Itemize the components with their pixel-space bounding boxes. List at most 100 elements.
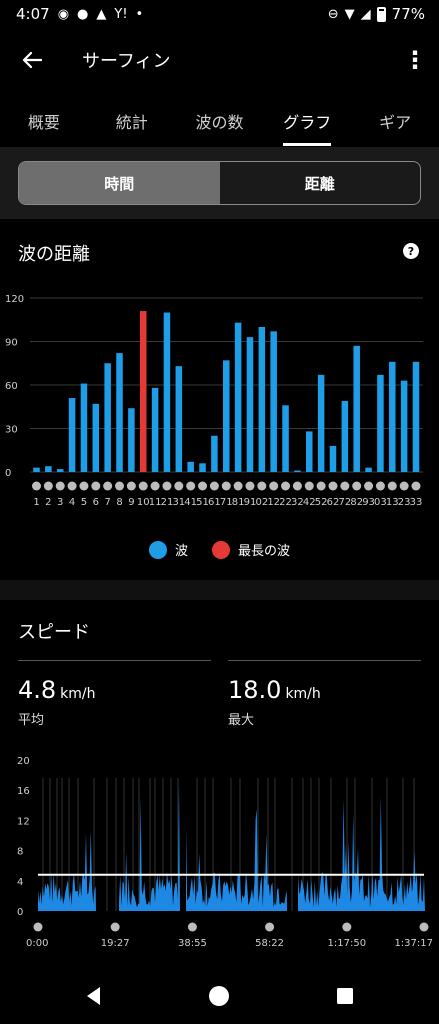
wave-bar (400, 380, 408, 472)
tab-graph[interactable]: グラフ (263, 100, 351, 146)
chart-legend: 波 最長の波 (0, 540, 439, 559)
x-tick-label: 9 (128, 497, 134, 508)
x-tick-label: 4 (69, 497, 75, 508)
x-tick-label: 10 (137, 497, 150, 508)
more-menu-button[interactable]: ⋮ (391, 36, 439, 84)
x-tick-label: 2 (45, 497, 51, 508)
x-tick-label: 03 (374, 497, 387, 508)
wave-dot (150, 481, 160, 491)
wave-dot (411, 481, 421, 491)
warning-icon: ▲ (96, 6, 107, 22)
wave-bar (341, 400, 349, 472)
wave-dot (79, 481, 89, 491)
legend-longest: 最長の波 (212, 540, 290, 559)
segment-time-button[interactable]: 時間 (19, 162, 220, 204)
dnd-icon: ⊖ (327, 6, 339, 22)
wave-bar (234, 322, 242, 472)
speed-x-tick-label: 38:55 (178, 938, 207, 949)
wave-bar (365, 467, 372, 472)
avg-speed-value: 4.8 (18, 676, 57, 704)
speed-y-tick-label: 8 (17, 847, 23, 858)
nav-recents-icon[interactable] (333, 984, 357, 1008)
x-tick-label: 52 (315, 497, 328, 508)
x-tick-label: 7 (104, 497, 110, 508)
segment-distance-button[interactable]: 距離 (220, 162, 421, 204)
x-tick-label: 3 (57, 497, 63, 508)
speed-x-tick-label: 19:27 (101, 938, 130, 949)
chat-icon: ● (77, 6, 89, 22)
speed-y-tick-label: 20 (17, 756, 30, 767)
wave-dot (269, 481, 279, 491)
wave-bar (151, 387, 159, 472)
wave-bar (199, 463, 206, 472)
wave-bar (187, 461, 194, 472)
legend-longest-label: 最長の波 (238, 544, 291, 559)
wave-dot (126, 481, 136, 491)
speed-x-dot (342, 922, 352, 932)
nav-home-icon[interactable] (207, 984, 231, 1008)
max-speed: 18.0 km/h (228, 676, 321, 704)
wave-dot (375, 481, 385, 491)
speed-y-tick-label: 16 (17, 786, 30, 797)
wave-dot (340, 481, 350, 491)
wave-bar (45, 466, 52, 472)
x-tick-label: 72 (338, 497, 351, 508)
wave-dot (281, 481, 291, 491)
wave-bar (33, 467, 40, 472)
legend-longest-swatch (212, 540, 230, 559)
y-tick-label: 30 (5, 425, 18, 436)
wave-bar (163, 312, 171, 472)
wave-bar (317, 374, 325, 472)
page-title: サーフィン (82, 51, 171, 72)
status-time: 4:07 (16, 5, 50, 23)
tab-stats[interactable]: 統計 (88, 100, 176, 146)
y-tick-label: 60 (5, 381, 18, 392)
x-tick-label: 32 (291, 497, 304, 508)
wifi-icon: ▼ (344, 6, 355, 22)
tab-wave-count[interactable]: 波の数 (176, 100, 264, 146)
wave-bar (92, 403, 100, 472)
speed-y-tick-label: 4 (17, 877, 23, 888)
wave-bar (294, 470, 301, 472)
x-tick-label: 6 (93, 497, 99, 508)
x-tick-label: 02 (255, 497, 268, 508)
status-bar: 4:07 ◉ ● ▲ Y! • ⊖ ▼ ◢ 77% (0, 0, 439, 28)
x-tick-label: 21 (161, 497, 174, 508)
speed-y-tick-label: 0 (17, 907, 23, 918)
tab-overview[interactable]: 概要 (0, 100, 88, 146)
x-tick-label: 31 (172, 497, 185, 508)
wave-bar (412, 361, 420, 472)
wave-bar (353, 345, 360, 472)
speed-area (298, 795, 425, 911)
x-tick-label: 61 (208, 497, 221, 508)
avg-divider (18, 660, 211, 661)
help-icon[interactable]: ? (403, 243, 419, 259)
wave-bar (329, 445, 337, 472)
legend-wave-swatch (148, 540, 167, 559)
tab-gear[interactable]: ギア (351, 100, 439, 146)
wave-bar (389, 361, 396, 472)
avg-speed-label: 平均 (18, 713, 45, 728)
speed-title: スピード (18, 622, 90, 643)
wave-dot (328, 481, 338, 491)
x-tick-label: 71 (220, 497, 233, 508)
nav-back-icon[interactable] (82, 984, 106, 1008)
wave-bar (116, 353, 123, 472)
speed-x-dot (110, 922, 120, 932)
x-tick-label: 22 (279, 497, 292, 508)
wave-dot (43, 481, 53, 491)
back-button[interactable] (0, 36, 64, 84)
speed-x-dot (419, 922, 429, 932)
wave-bar (258, 327, 266, 472)
x-tick-label: 5 (81, 497, 87, 508)
wave-bar (270, 331, 277, 472)
wave-bar (377, 374, 384, 472)
speed-area (186, 809, 287, 911)
wave-dot (209, 481, 219, 491)
wave-dot (103, 481, 113, 491)
wave-dot (292, 481, 302, 491)
wave-bar (282, 405, 289, 472)
wave-dot (257, 481, 267, 491)
speed-x-tick-label: 1:37:17 (394, 938, 433, 949)
wave-dot (162, 481, 172, 491)
